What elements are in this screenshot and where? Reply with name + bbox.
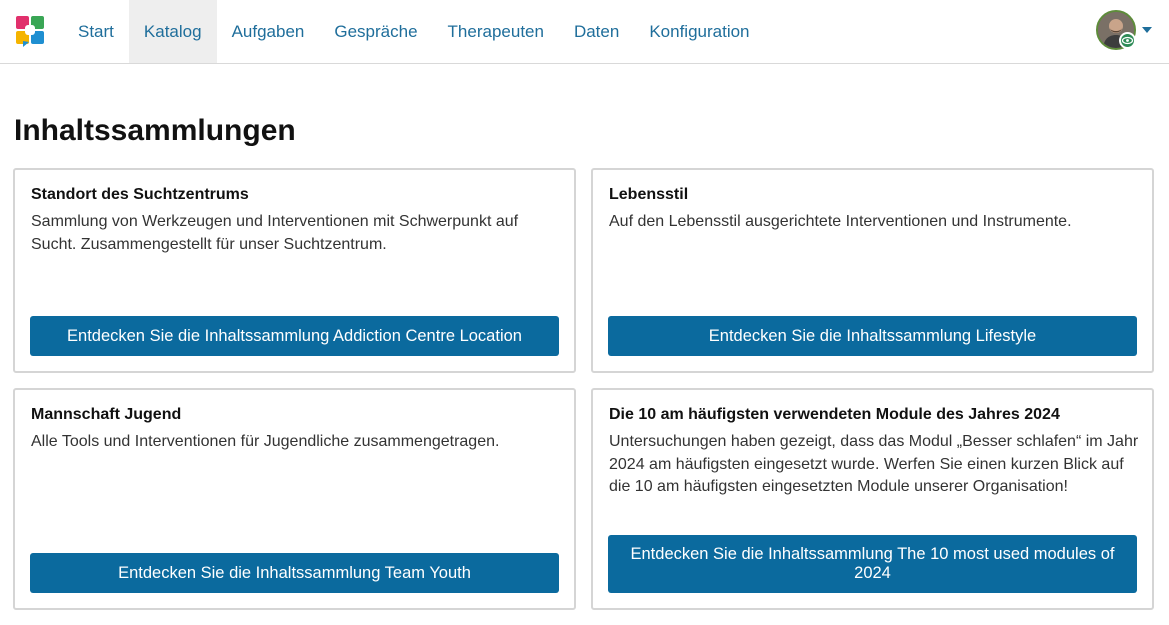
- collection-card: Mannschaft Jugend Alle Tools und Interve…: [13, 388, 576, 610]
- app-logo-icon[interactable]: [15, 15, 45, 47]
- main-nav: Start Katalog Aufgaben Gespräche Therape…: [63, 0, 765, 63]
- explore-collection-button[interactable]: Entdecken Sie die Inhaltssammlung The 10…: [608, 535, 1137, 593]
- collection-title: Die 10 am häufigsten verwendeten Module …: [609, 406, 1060, 423]
- collection-title: Mannschaft Jugend: [31, 406, 182, 423]
- eye-icon: [1119, 32, 1136, 49]
- collection-description: Alle Tools und Interventionen für Jugend…: [31, 433, 500, 450]
- top-navigation-bar: Start Katalog Aufgaben Gespräche Therape…: [0, 0, 1169, 64]
- collection-card: Lebensstil Auf den Lebensstil ausgericht…: [591, 168, 1154, 373]
- collection-description: Auf den Lebensstil ausgerichtete Interve…: [609, 213, 1072, 230]
- nav-therapeuten[interactable]: Therapeuten: [433, 0, 559, 63]
- explore-collection-button[interactable]: Entdecken Sie die Inhaltssammlung Lifest…: [608, 316, 1137, 356]
- collection-title: Lebensstil: [609, 186, 689, 203]
- nav-start[interactable]: Start: [63, 0, 129, 63]
- page-title: Inhaltssammlungen: [14, 114, 296, 147]
- chevron-down-icon[interactable]: [1142, 27, 1152, 33]
- explore-collection-button[interactable]: Entdecken Sie die Inhaltssammlung Team Y…: [30, 553, 559, 593]
- collection-card: Die 10 am häufigsten verwendeten Module …: [591, 388, 1154, 610]
- nav-gespraeche[interactable]: Gespräche: [319, 0, 432, 63]
- nav-daten[interactable]: Daten: [559, 0, 634, 63]
- collection-card: Standort des Suchtzentrums Sammlung von …: [13, 168, 576, 373]
- explore-collection-button[interactable]: Entdecken Sie die Inhaltssammlung Addict…: [30, 316, 559, 356]
- collection-description: Untersuchungen haben gezeigt, dass das M…: [609, 433, 1139, 495]
- nav-konfiguration[interactable]: Konfiguration: [634, 0, 764, 63]
- collection-title: Standort des Suchtzentrums: [31, 186, 249, 203]
- user-menu[interactable]: [1096, 10, 1156, 52]
- nav-katalog[interactable]: Katalog: [128, 0, 217, 63]
- collection-description: Sammlung von Werkzeugen und Intervention…: [31, 213, 519, 253]
- nav-aufgaben[interactable]: Aufgaben: [217, 0, 320, 63]
